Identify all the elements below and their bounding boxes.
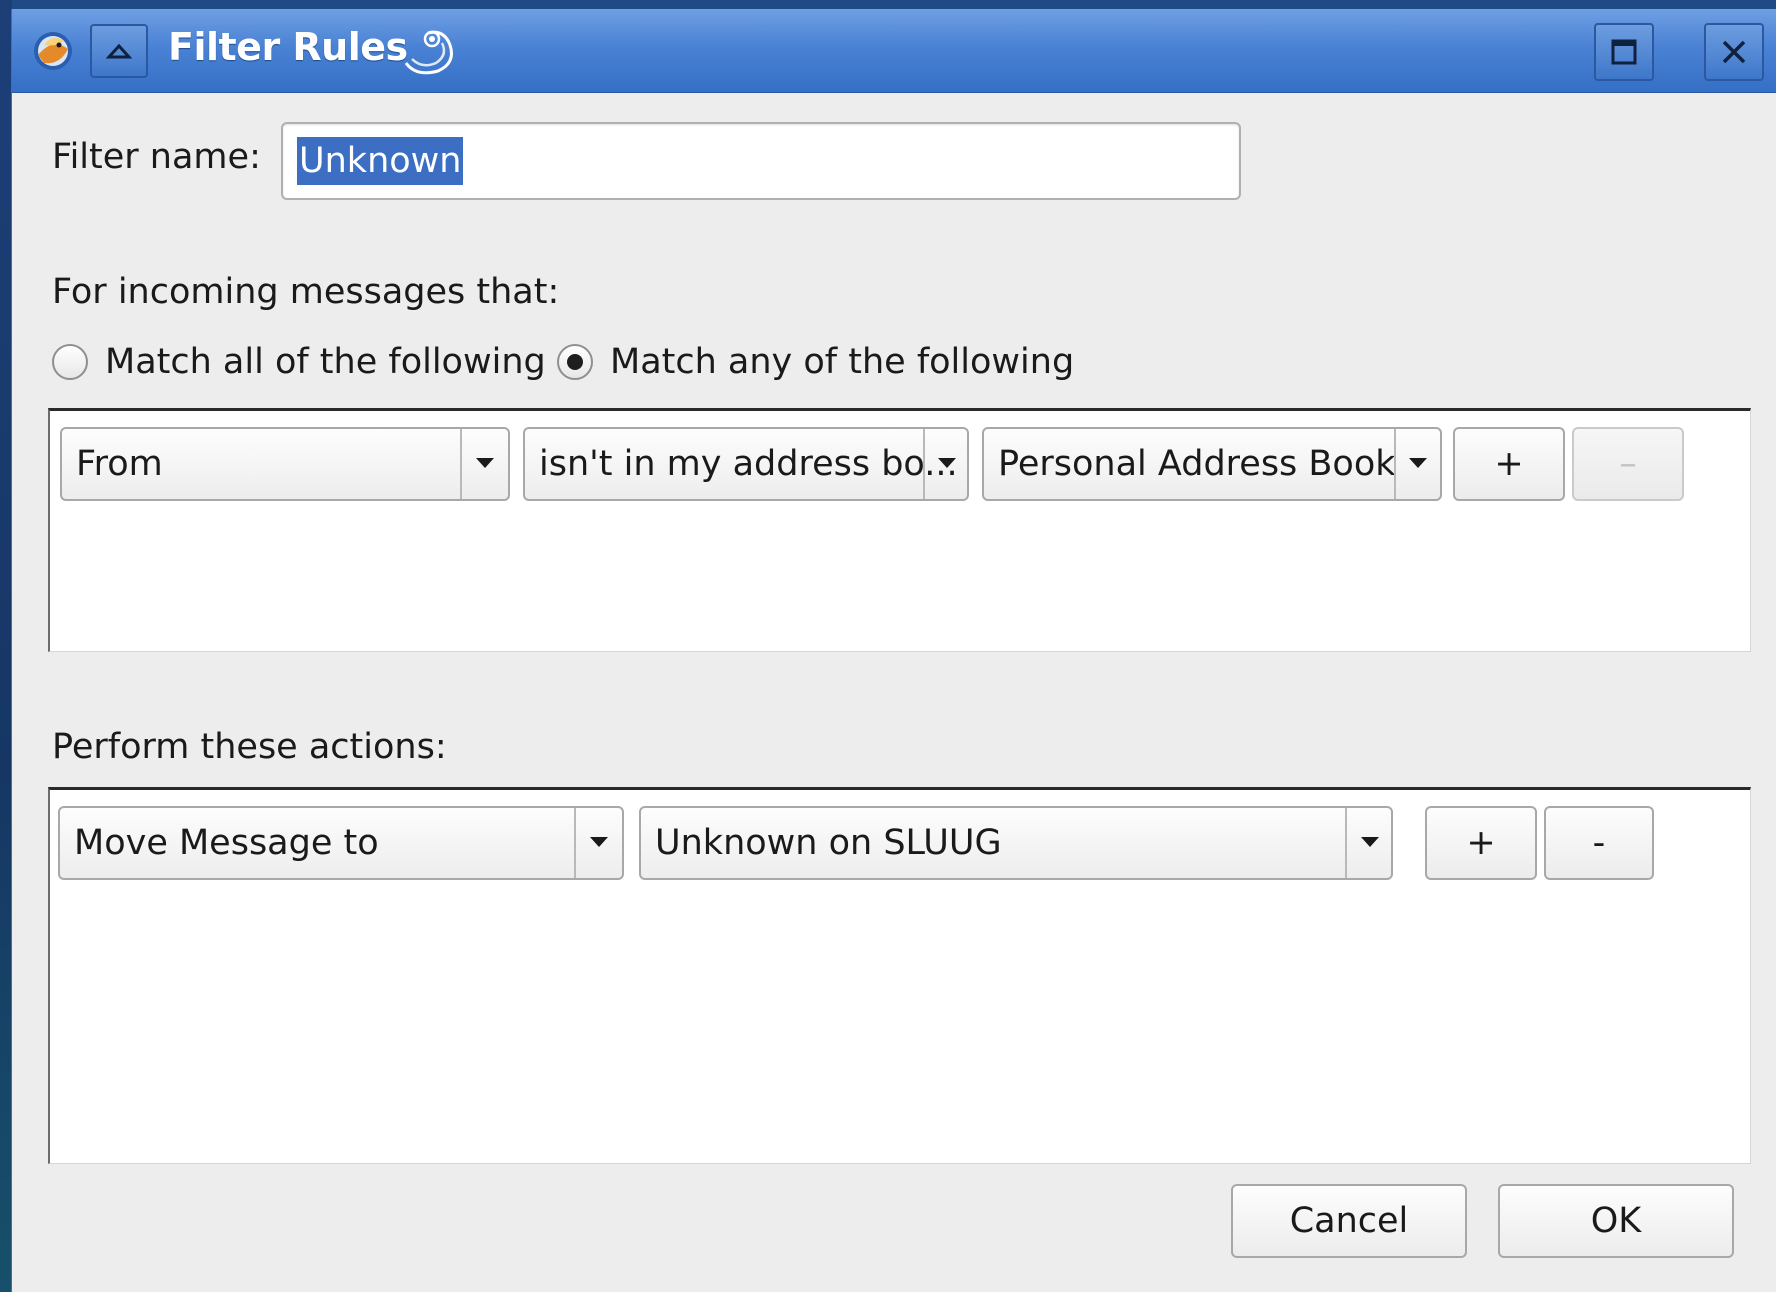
rule-condition-value: isn't in my address bo... bbox=[539, 444, 958, 484]
combo-separator bbox=[1345, 808, 1347, 878]
combo-separator bbox=[460, 429, 462, 499]
incoming-heading: For incoming messages that: bbox=[52, 272, 560, 312]
actions-panel: Move Message to Unknown on SLUUG + - bbox=[48, 787, 1751, 1164]
remove-rule-button[interactable]: – bbox=[1572, 427, 1684, 501]
remove-action-button[interactable]: - bbox=[1544, 806, 1654, 880]
filter-name-label: Filter name: bbox=[52, 137, 261, 177]
combo-separator bbox=[923, 429, 925, 499]
filter-name-input[interactable]: Unknown bbox=[281, 122, 1241, 200]
chevron-down-icon bbox=[1361, 837, 1379, 847]
match-all-radio[interactable] bbox=[52, 344, 88, 380]
close-icon bbox=[1722, 40, 1746, 64]
title-bar[interactable]: Filter Rules bbox=[12, 9, 1776, 93]
rule-field-value: From bbox=[76, 444, 163, 484]
shade-button[interactable] bbox=[90, 24, 148, 78]
action-type-value: Move Message to bbox=[74, 823, 379, 863]
rule-addressbook-value: Personal Address Book bbox=[998, 444, 1396, 484]
shade-up-icon bbox=[106, 43, 132, 59]
rules-panel: From isn't in my address bo... Personal … bbox=[48, 408, 1751, 652]
match-all-label[interactable]: Match all of the following bbox=[105, 342, 546, 382]
rule-condition-select[interactable]: isn't in my address bo... bbox=[523, 427, 969, 501]
thunderbird-app-icon[interactable] bbox=[30, 27, 76, 73]
close-button[interactable] bbox=[1704, 23, 1764, 81]
cancel-button[interactable]: Cancel bbox=[1231, 1184, 1467, 1258]
match-any-label[interactable]: Match any of the following bbox=[610, 342, 1074, 382]
match-any-radio[interactable] bbox=[557, 344, 593, 380]
action-target-value: Unknown on SLUUG bbox=[655, 823, 1002, 863]
filter-name-value[interactable]: Unknown bbox=[297, 137, 464, 185]
chevron-down-icon bbox=[938, 458, 956, 468]
action-type-select[interactable]: Move Message to bbox=[58, 806, 624, 880]
ok-button[interactable]: OK bbox=[1498, 1184, 1734, 1258]
rule-field-select[interactable]: From bbox=[60, 427, 510, 501]
chevron-down-icon bbox=[476, 458, 494, 468]
rule-addressbook-select[interactable]: Personal Address Book bbox=[982, 427, 1442, 501]
chevron-down-icon bbox=[590, 837, 608, 847]
add-rule-button[interactable]: + bbox=[1453, 427, 1565, 501]
actions-heading: Perform these actions: bbox=[52, 727, 447, 767]
swirl-icon bbox=[404, 30, 453, 75]
window-title: Filter Rules bbox=[168, 25, 408, 69]
chevron-down-icon bbox=[1409, 458, 1427, 468]
action-target-select[interactable]: Unknown on SLUUG bbox=[639, 806, 1393, 880]
maximize-icon bbox=[1611, 39, 1637, 65]
combo-separator bbox=[1394, 429, 1396, 499]
combo-separator bbox=[574, 808, 576, 878]
filter-rules-dialog: Filter Rules Filter name: Unknown For in… bbox=[11, 9, 1776, 1292]
add-action-button[interactable]: + bbox=[1425, 806, 1537, 880]
maximize-button[interactable] bbox=[1594, 23, 1654, 81]
